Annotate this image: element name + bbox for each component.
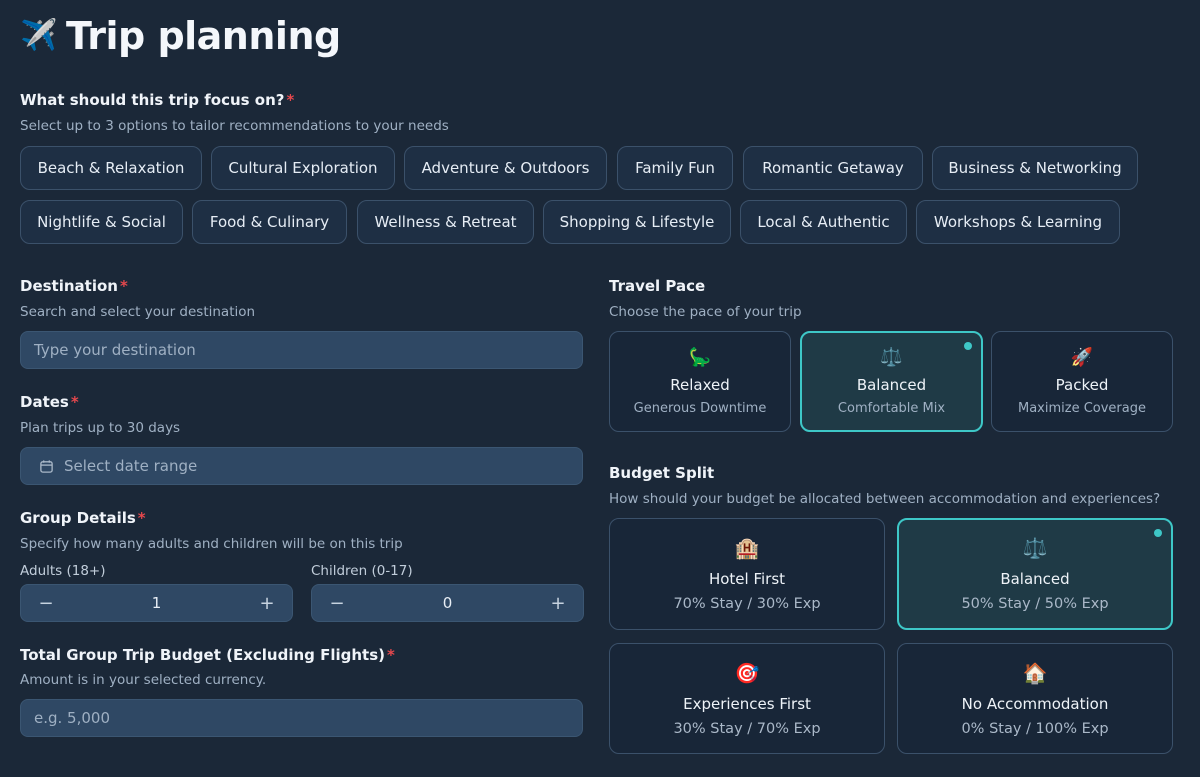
destination-placeholder: Type your destination (34, 341, 196, 359)
focus-label: What should this trip focus on? * (20, 91, 294, 109)
focus-chip-local[interactable]: Local & Authentic (740, 200, 907, 244)
focus-chip-cultural[interactable]: Cultural Exploration (211, 146, 395, 190)
scale-icon: ⚖️ (1022, 536, 1048, 560)
scale-icon: ⚖️ (880, 347, 903, 368)
rocket-icon: 🚀 (1070, 347, 1094, 368)
focus-chip-beach[interactable]: Beach & Relaxation (20, 146, 202, 190)
group-label: Group Details * (20, 509, 146, 527)
pace-option-sub: Comfortable Mix (837, 401, 946, 416)
house-icon: 🏠 (1022, 660, 1048, 685)
page-title: Trip planning (66, 14, 341, 58)
dinosaur-icon: 🦕 (688, 347, 712, 368)
airplane-icon: ✈️ (20, 18, 58, 53)
date-range-input[interactable]: Select date range (20, 447, 583, 485)
budget-input[interactable]: e.g. 5,000 (20, 699, 583, 737)
adults-label: Adults (18+) (20, 563, 106, 579)
required-mark: * (137, 509, 146, 527)
required-mark: * (119, 277, 128, 295)
target-icon: 🎯 (734, 660, 760, 685)
pace-option-packed[interactable]: 🚀 Packed Maximize Coverage (991, 331, 1173, 432)
dates-label-text: Dates (20, 393, 69, 411)
focus-chip-adventure[interactable]: Adventure & Outdoors (404, 146, 607, 190)
budget-option-sub: 0% Stay / 100% Exp (961, 720, 1109, 737)
required-mark: * (387, 646, 395, 664)
pace-option-sub: Generous Downtime (633, 401, 767, 416)
pace-option-name: Balanced (856, 376, 927, 394)
focus-chip-food[interactable]: Food & Culinary (192, 200, 347, 244)
selected-dot-icon (964, 342, 972, 350)
adults-decrement-button[interactable]: − (37, 593, 55, 614)
focus-chip-family[interactable]: Family Fun (617, 146, 733, 190)
focus-chip-shopping[interactable]: Shopping & Lifestyle (543, 200, 731, 244)
pace-option-name: Relaxed (670, 376, 730, 394)
children-stepper[interactable]: − 0 + (311, 584, 584, 622)
adults-increment-button[interactable]: + (258, 593, 276, 614)
destination-hint: Search and select your destination (20, 304, 256, 320)
focus-hint: Select up to 3 options to tailor recomme… (20, 118, 449, 134)
pace-label: Travel Pace (609, 277, 706, 295)
focus-chip-business[interactable]: Business & Networking (932, 146, 1138, 190)
pace-option-balanced[interactable]: ⚖️ Balanced Comfortable Mix (800, 331, 983, 432)
budget-hint: Amount is in your selected currency. (20, 672, 267, 688)
budget-split-hint: How should your budget be allocated betw… (609, 491, 1161, 507)
group-label-text: Group Details (20, 509, 136, 527)
budget-label: Total Group Trip Budget (Excluding Fligh… (20, 646, 395, 664)
calendar-icon (39, 459, 54, 474)
budget-label-text: Total Group Trip Budget (Excluding Fligh… (20, 646, 385, 664)
focus-chip-wellness[interactable]: Wellness & Retreat (357, 200, 534, 244)
budget-option-sub: 30% Stay / 70% Exp (673, 720, 821, 737)
budget-option-name: Experiences First (683, 694, 811, 713)
group-hint: Specify how many adults and children wil… (20, 536, 403, 552)
destination-input[interactable]: Type your destination (20, 331, 583, 369)
destination-label: Destination * (20, 277, 128, 295)
required-mark: * (70, 393, 79, 411)
budget-option-sub: 70% Stay / 30% Exp (673, 596, 821, 612)
budget-option-sub: 50% Stay / 50% Exp (961, 596, 1109, 612)
pace-option-relaxed[interactable]: 🦕 Relaxed Generous Downtime (609, 331, 791, 432)
focus-chip-romantic[interactable]: Romantic Getaway (743, 146, 923, 190)
children-label: Children (0-17) (311, 563, 413, 579)
page-header: ✈️ Trip planning (20, 14, 341, 58)
budget-placeholder: e.g. 5,000 (34, 709, 110, 727)
pace-option-sub: Maximize Coverage (1017, 401, 1146, 416)
budget-option-balanced[interactable]: ⚖️ Balanced 50% Stay / 50% Exp (897, 518, 1173, 630)
children-increment-button[interactable]: + (549, 593, 567, 614)
pace-hint: Choose the pace of your trip (609, 304, 802, 320)
adults-value: 1 (151, 594, 162, 612)
children-value: 0 (442, 594, 453, 612)
budget-option-hotel-first[interactable]: 🏨 Hotel First 70% Stay / 30% Exp (609, 518, 885, 630)
budget-option-experiences-first[interactable]: 🎯 Experiences First 30% Stay / 70% Exp (609, 643, 885, 754)
budget-split-label: Budget Split (609, 464, 715, 482)
focus-chip-workshops[interactable]: Workshops & Learning (916, 200, 1120, 244)
selected-dot-icon (1154, 529, 1162, 537)
focus-chip-nightlife[interactable]: Nightlife & Social (20, 200, 183, 244)
date-range-placeholder: Select date range (64, 457, 198, 475)
destination-label-text: Destination (20, 277, 118, 295)
hotel-icon: 🏨 (734, 536, 760, 560)
dates-label: Dates * (20, 393, 79, 411)
adults-stepper[interactable]: − 1 + (20, 584, 293, 622)
pace-option-name: Packed (1055, 376, 1109, 394)
required-mark: * (286, 91, 295, 109)
budget-option-no-accommodation[interactable]: 🏠 No Accommodation 0% Stay / 100% Exp (897, 643, 1173, 754)
dates-hint: Plan trips up to 30 days (20, 420, 181, 436)
budget-option-name: No Accommodation (961, 694, 1109, 713)
focus-label-text: What should this trip focus on? (20, 91, 285, 109)
budget-option-name: Balanced (1000, 570, 1070, 588)
children-decrement-button[interactable]: − (328, 593, 346, 614)
budget-option-name: Hotel First (708, 570, 786, 588)
